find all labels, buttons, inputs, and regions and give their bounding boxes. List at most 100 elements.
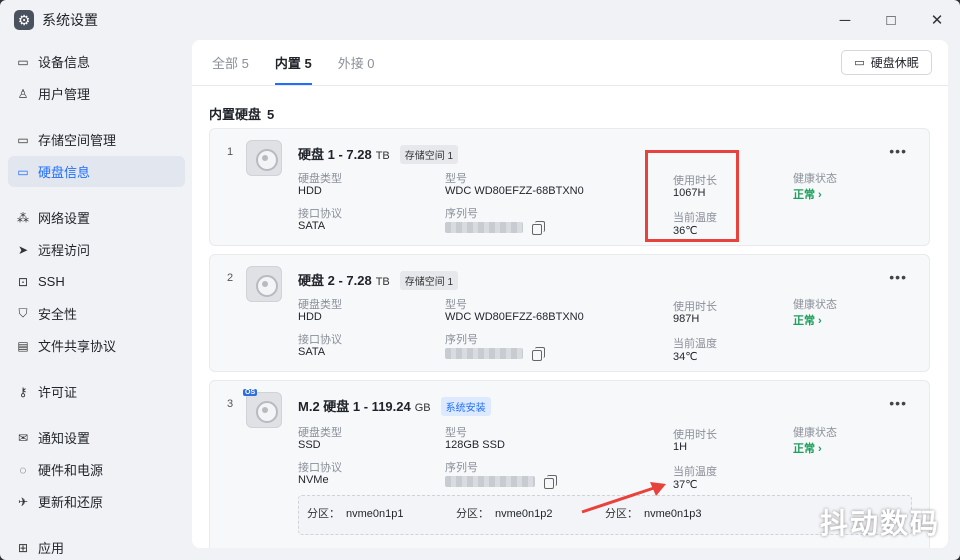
sidebar-item-label: 网络设置 <box>38 211 91 226</box>
sidebar-item-label: 硬盘信息 <box>38 165 91 180</box>
usage-label: 使用时长 <box>673 301 717 313</box>
device-icon: ▭ <box>17 54 29 69</box>
disk-title: M.2 硬盘 1 - 119.24 GB 系统安装 <box>298 396 491 416</box>
usage-label: 使用时长 <box>673 429 717 441</box>
sidebar-item-label: SSH <box>38 274 65 289</box>
copy-icon[interactable] <box>532 347 545 361</box>
model-label: 型号 <box>445 299 467 311</box>
sidebar: ▭ 设备信息 ♙ 用户管理 ▭ 存储空间管理 ▭ 硬盘信息 ⁂ 网络设置 ➤ 远程访问 ⊡ S… <box>0 40 192 560</box>
sidebar-item-update[interactable]: ✈ 更新和还原 <box>8 486 185 517</box>
sidebar-item-users[interactable]: ♙ 用户管理 <box>8 78 185 109</box>
apps-icon: ⊞ <box>17 540 29 555</box>
temp-label: 当前温度 <box>673 466 717 478</box>
sidebar-item-notifications[interactable]: ✉ 通知设置 <box>8 422 185 453</box>
mail-icon: ✉ <box>17 430 29 445</box>
partition-item: 分区： nvme0n1p1 <box>307 505 404 521</box>
partition-label: 分区： <box>456 508 489 520</box>
rocket-icon: ✈ <box>17 494 29 509</box>
sidebar-item-hardware[interactable]: ◌ 硬件和电源 <box>8 454 185 485</box>
serial-blurred <box>445 348 523 359</box>
disk-sleep-button[interactable]: ▭ 硬盘休眠 <box>841 50 932 75</box>
storage-icon: ▭ <box>17 132 29 147</box>
network-icon: ⁂ <box>17 210 29 225</box>
close-button[interactable]: ✕ <box>914 0 960 40</box>
app-title: 系统设置 <box>42 12 98 28</box>
disk-sleep-label: 硬盘休眠 <box>870 56 919 70</box>
disk-title: 硬盘 2 - 7.28 TB 存储空间 1 <box>298 270 459 290</box>
sidebar-item-security[interactable]: ⛉ 安全性 <box>8 298 185 329</box>
sidebar-item-ssh[interactable]: ⊡ SSH <box>8 266 185 297</box>
copy-icon[interactable] <box>544 475 557 489</box>
system-install-tag: 系统安装 <box>440 397 491 416</box>
section-count: 5 <box>267 107 275 122</box>
more-icon[interactable]: ••• <box>889 143 907 159</box>
model-value: 128GB SSD <box>445 439 505 451</box>
health-status-link[interactable]: 正常 › <box>793 186 822 202</box>
sidebar-item-label: 用户管理 <box>38 87 91 102</box>
sidebar-item-storage[interactable]: ▭ 存储空间管理 <box>8 124 185 155</box>
section-title-text: 内置硬盘 <box>209 107 262 122</box>
serial-blurred <box>445 222 523 233</box>
file-icon: ▤ <box>17 338 29 353</box>
serial-blurred <box>445 476 535 487</box>
health-label: 健康状态 <box>793 427 837 439</box>
usage-value: 987H <box>673 313 700 325</box>
highlight-box <box>645 150 739 242</box>
serial-label: 序列号 <box>445 208 478 220</box>
key-icon: ⚷ <box>18 384 28 399</box>
sidebar-item-label: 更新和还原 <box>38 495 104 510</box>
health-status-link[interactable]: 正常 › <box>793 440 822 456</box>
tab-all[interactable]: 全部 5 <box>212 40 249 85</box>
minimize-button[interactable]: ─ <box>822 0 868 40</box>
sidebar-item-label: 远程访问 <box>38 243 91 258</box>
watermark: 抖动数码 <box>820 508 941 539</box>
storage-tag: 存储空间 1 <box>399 271 459 290</box>
copy-icon[interactable] <box>532 221 545 235</box>
tab-divider <box>192 85 948 86</box>
disk-name: M.2 硬盘 1 - 119.24 <box>298 399 411 414</box>
interface-value: NVMe <box>298 474 329 486</box>
shield-icon: ⛉ <box>18 306 28 320</box>
user-icon: ♙ <box>17 86 29 101</box>
disk-card: 2 硬盘 2 - 7.28 TB 存储空间 1 ••• 硬盘类型 HDD 型号 … <box>209 254 930 372</box>
more-icon[interactable]: ••• <box>889 395 907 411</box>
settings-window: ⚙ 系统设置 ─ □ ✕ ▭ 设备信息 ♙ 用户管理 ▭ 存储空间管理 ▭ 硬盘信息 ⁂… <box>0 0 960 560</box>
storage-tag: 存储空间 1 <box>399 145 459 164</box>
maximize-button[interactable]: □ <box>868 0 914 40</box>
disk-icon: ▭ <box>17 164 29 179</box>
sidebar-item-network[interactable]: ⁂ 网络设置 <box>8 202 185 233</box>
sidebar-item-license[interactable]: ⚷ 许可证 <box>8 376 185 407</box>
sidebar-item-label: 安全性 <box>38 307 78 322</box>
type-value: SSD <box>298 439 321 451</box>
interface-value: SATA <box>298 346 326 358</box>
sidebar-item-file-sharing[interactable]: ▤ 文件共享协议 <box>8 330 185 361</box>
hdd-icon <box>246 140 282 176</box>
sidebar-item-label: 存储空间管理 <box>38 133 117 148</box>
sidebar-item-apps[interactable]: ⊞ 应用 <box>8 532 185 560</box>
main-panel: 全部 5 内置 5 外接 0 ▭ 硬盘休眠 内置硬盘 5 1 硬盘 1 - 7.2… <box>192 40 948 548</box>
partition-name: nvme0n1p2 <box>495 508 553 520</box>
sidebar-item-disk-info[interactable]: ▭ 硬盘信息 <box>8 156 185 187</box>
interface-label: 接口协议 <box>298 462 342 474</box>
sidebar-item-label: 应用 <box>38 541 65 556</box>
window-controls: ─ □ ✕ <box>822 0 960 40</box>
tab-external[interactable]: 外接 0 <box>338 40 375 85</box>
more-icon[interactable]: ••• <box>889 269 907 285</box>
model-value: WDC WD80EFZZ-68BTXN0 <box>445 311 584 323</box>
gear-icon: ⚙ <box>14 10 34 30</box>
type-value: HDD <box>298 311 322 323</box>
partition-item: 分区： nvme0n1p2 <box>456 505 553 521</box>
disk-unit: GB <box>414 402 431 414</box>
terminal-icon: ⊡ <box>17 274 29 289</box>
model-label: 型号 <box>445 427 467 439</box>
temp-value: 34℃ <box>673 351 698 363</box>
power-icon: ◌ <box>19 462 27 477</box>
health-status-link[interactable]: 正常 › <box>793 312 822 328</box>
sidebar-item-device-info[interactable]: ▭ 设备信息 <box>8 46 185 77</box>
sidebar-item-label: 文件共享协议 <box>38 339 117 354</box>
sidebar-item-label: 设备信息 <box>38 55 91 70</box>
tab-internal[interactable]: 内置 5 <box>274 40 312 85</box>
model-value: WDC WD80EFZZ-68BTXN0 <box>445 185 584 197</box>
sidebar-item-remote[interactable]: ➤ 远程访问 <box>8 234 185 265</box>
disk-title: 硬盘 1 - 7.28 TB 存储空间 1 <box>298 144 459 164</box>
